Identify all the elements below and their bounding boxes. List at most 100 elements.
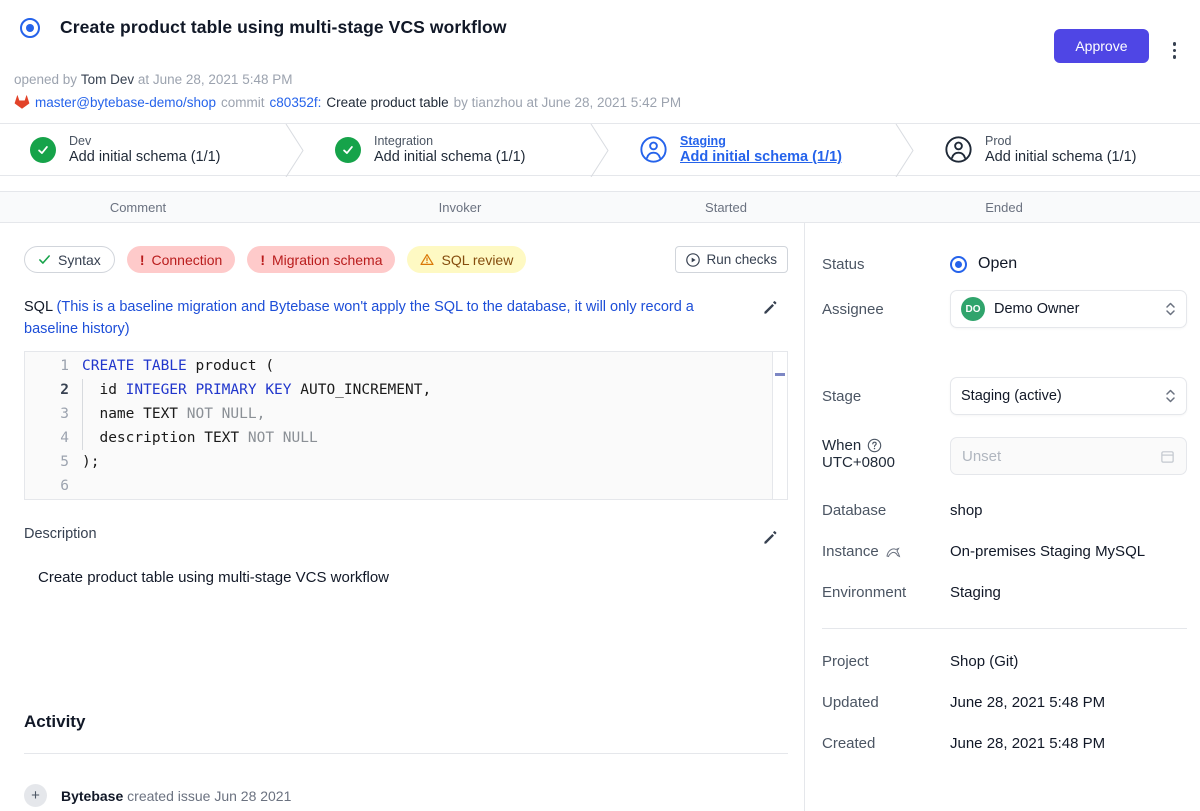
check-badge-syntax[interactable]: Syntax: [24, 246, 115, 273]
gitlab-icon: [14, 94, 30, 110]
mysql-dolphin-icon: [885, 545, 901, 559]
check-circle-icon: [335, 137, 361, 163]
divider: [822, 628, 1187, 629]
stage-separator: [590, 124, 610, 177]
database-label: Database: [822, 502, 950, 519]
assignee-value: Demo Owner: [994, 301, 1079, 317]
stage-separator: [285, 124, 305, 177]
activity-detail: created issue Jun 28 2021: [127, 788, 291, 804]
branch-repo-link[interactable]: master@bytebase-demo/shop: [35, 95, 216, 110]
commit-hash-link[interactable]: c80352f:: [270, 95, 322, 110]
divider: [24, 753, 788, 754]
stage-task: Add initial schema (1/1): [985, 149, 1137, 165]
status-label: Status: [822, 256, 950, 273]
stage-pipeline: Dev Add initial schema (1/1) Integration…: [0, 123, 1200, 176]
overflow-menu-icon[interactable]: [1169, 38, 1181, 63]
description-section: Description Create product table using m…: [24, 526, 788, 586]
created-row: Created June 28, 2021 5:48 PM: [822, 735, 1187, 752]
line-number: 3: [25, 402, 69, 426]
chevron-up-down-icon: [1165, 388, 1176, 404]
scrollbar-thumb[interactable]: [775, 373, 785, 376]
line-number: 2: [25, 378, 69, 402]
sql-section: SQL (This is a baseline migration and By…: [24, 296, 788, 500]
play-circle-icon: [686, 253, 700, 267]
code-text: CREATE TABLE product (: [82, 354, 274, 378]
person-circle-icon: [945, 136, 972, 163]
stage-row: Stage Staging (active): [822, 377, 1187, 415]
when-label: When: [822, 437, 861, 454]
editor-scrollbar[interactable]: [772, 352, 787, 499]
updated-label: Updated: [822, 694, 950, 711]
project-value[interactable]: Shop (Git): [950, 653, 1018, 670]
edit-sql-button[interactable]: [760, 298, 780, 318]
issue-header: Create product table using multi-stage V…: [0, 0, 1200, 110]
page-title: Create product table using multi-stage V…: [60, 17, 507, 38]
badge-label: Connection: [151, 252, 222, 268]
check-icon: [38, 253, 51, 266]
assignee-row: Assignee DO Demo Owner: [822, 290, 1187, 328]
environment-row: Environment Staging: [822, 584, 1187, 601]
project-label: Project: [822, 653, 950, 670]
stage-select[interactable]: Staging (active): [950, 377, 1187, 415]
badge-label: SQL review: [441, 252, 513, 268]
instance-value[interactable]: On-premises Staging MySQL: [950, 543, 1145, 560]
column-ended: Ended: [808, 200, 1200, 215]
stage-separator: [895, 124, 915, 177]
check-badge-connection[interactable]: ! Connection: [127, 246, 236, 273]
stage-name: Staging: [680, 134, 842, 148]
activity-section: Activity + Bytebase created issue Jun 28…: [24, 712, 788, 807]
indent-guide: [82, 379, 83, 450]
stage-staging[interactable]: Staging Add initial schema (1/1): [610, 124, 895, 175]
status-row: Status Open: [822, 255, 1187, 273]
created-label: Created: [822, 735, 950, 752]
line-number: 6: [25, 474, 69, 498]
check-badges-row: Syntax ! Connection ! Migration schema S…: [24, 246, 788, 273]
stage-label: Stage: [822, 388, 950, 405]
code-text: name TEXT NOT NULL,: [82, 402, 265, 426]
line-number: 4: [25, 426, 69, 450]
assignee-select[interactable]: DO Demo Owner: [950, 290, 1187, 328]
commit-meta: by tianzhou at June 28, 2021 5:42 PM: [454, 95, 681, 110]
question-circle-icon[interactable]: [867, 438, 882, 453]
sql-baseline-note: (This is a baseline migration and Byteba…: [24, 299, 694, 337]
code-text: id INTEGER PRIMARY KEY AUTO_INCREMENT,: [82, 378, 431, 402]
database-row: Database shop: [822, 502, 1187, 519]
sql-code-editor[interactable]: 1 CREATE TABLE product ( 2 id INTEGER PRIM…: [24, 351, 788, 500]
status-value: Open: [978, 255, 1017, 273]
when-date-input[interactable]: Unset: [950, 437, 1187, 475]
chevron-up-down-icon: [1165, 301, 1176, 317]
assignee-label: Assignee: [822, 301, 950, 318]
check-badge-sql-review[interactable]: SQL review: [407, 246, 526, 273]
stage-task: Add initial schema (1/1): [69, 149, 221, 165]
exclamation-icon: !: [260, 252, 265, 268]
environment-value[interactable]: Staging: [950, 584, 1001, 601]
stage-name: Integration: [374, 134, 526, 148]
run-checks-button[interactable]: Run checks: [675, 246, 788, 273]
vcs-commit-line: master@bytebase-demo/shop commit c80352f…: [14, 94, 1184, 110]
database-value[interactable]: shop: [950, 502, 983, 519]
updated-value: June 28, 2021 5:48 PM: [950, 694, 1105, 711]
plus-circle-icon: +: [24, 784, 47, 807]
approve-button[interactable]: Approve: [1054, 29, 1148, 63]
line-number: 1: [25, 354, 69, 378]
issue-main-panel: Syntax ! Connection ! Migration schema S…: [0, 223, 805, 811]
when-placeholder: Unset: [962, 448, 1001, 465]
commit-message: Create product table: [326, 95, 448, 110]
run-checks-label: Run checks: [706, 252, 777, 267]
stage-task: Add initial schema (1/1): [374, 149, 526, 165]
status-open-icon: [950, 256, 967, 273]
badge-label: Syntax: [58, 252, 101, 268]
commit-word: commit: [221, 95, 265, 110]
edit-description-button[interactable]: [760, 528, 780, 548]
stage-integration[interactable]: Integration Add initial schema (1/1): [305, 124, 590, 175]
stage-value: Staging (active): [961, 388, 1062, 404]
stage-prod[interactable]: Prod Add initial schema (1/1): [915, 124, 1200, 175]
environment-label: Environment: [822, 584, 950, 601]
issue-sidebar: Status Open Assignee DO Demo Owner Stage…: [805, 223, 1200, 811]
task-table-header: Comment Invoker Started Ended: [0, 191, 1200, 223]
check-badge-migration-schema[interactable]: ! Migration schema: [247, 246, 395, 273]
stage-dev[interactable]: Dev Add initial schema (1/1): [0, 124, 285, 175]
stage-name: Prod: [985, 134, 1137, 148]
activity-heading: Activity: [24, 712, 788, 732]
code-line: 6: [25, 474, 787, 498]
